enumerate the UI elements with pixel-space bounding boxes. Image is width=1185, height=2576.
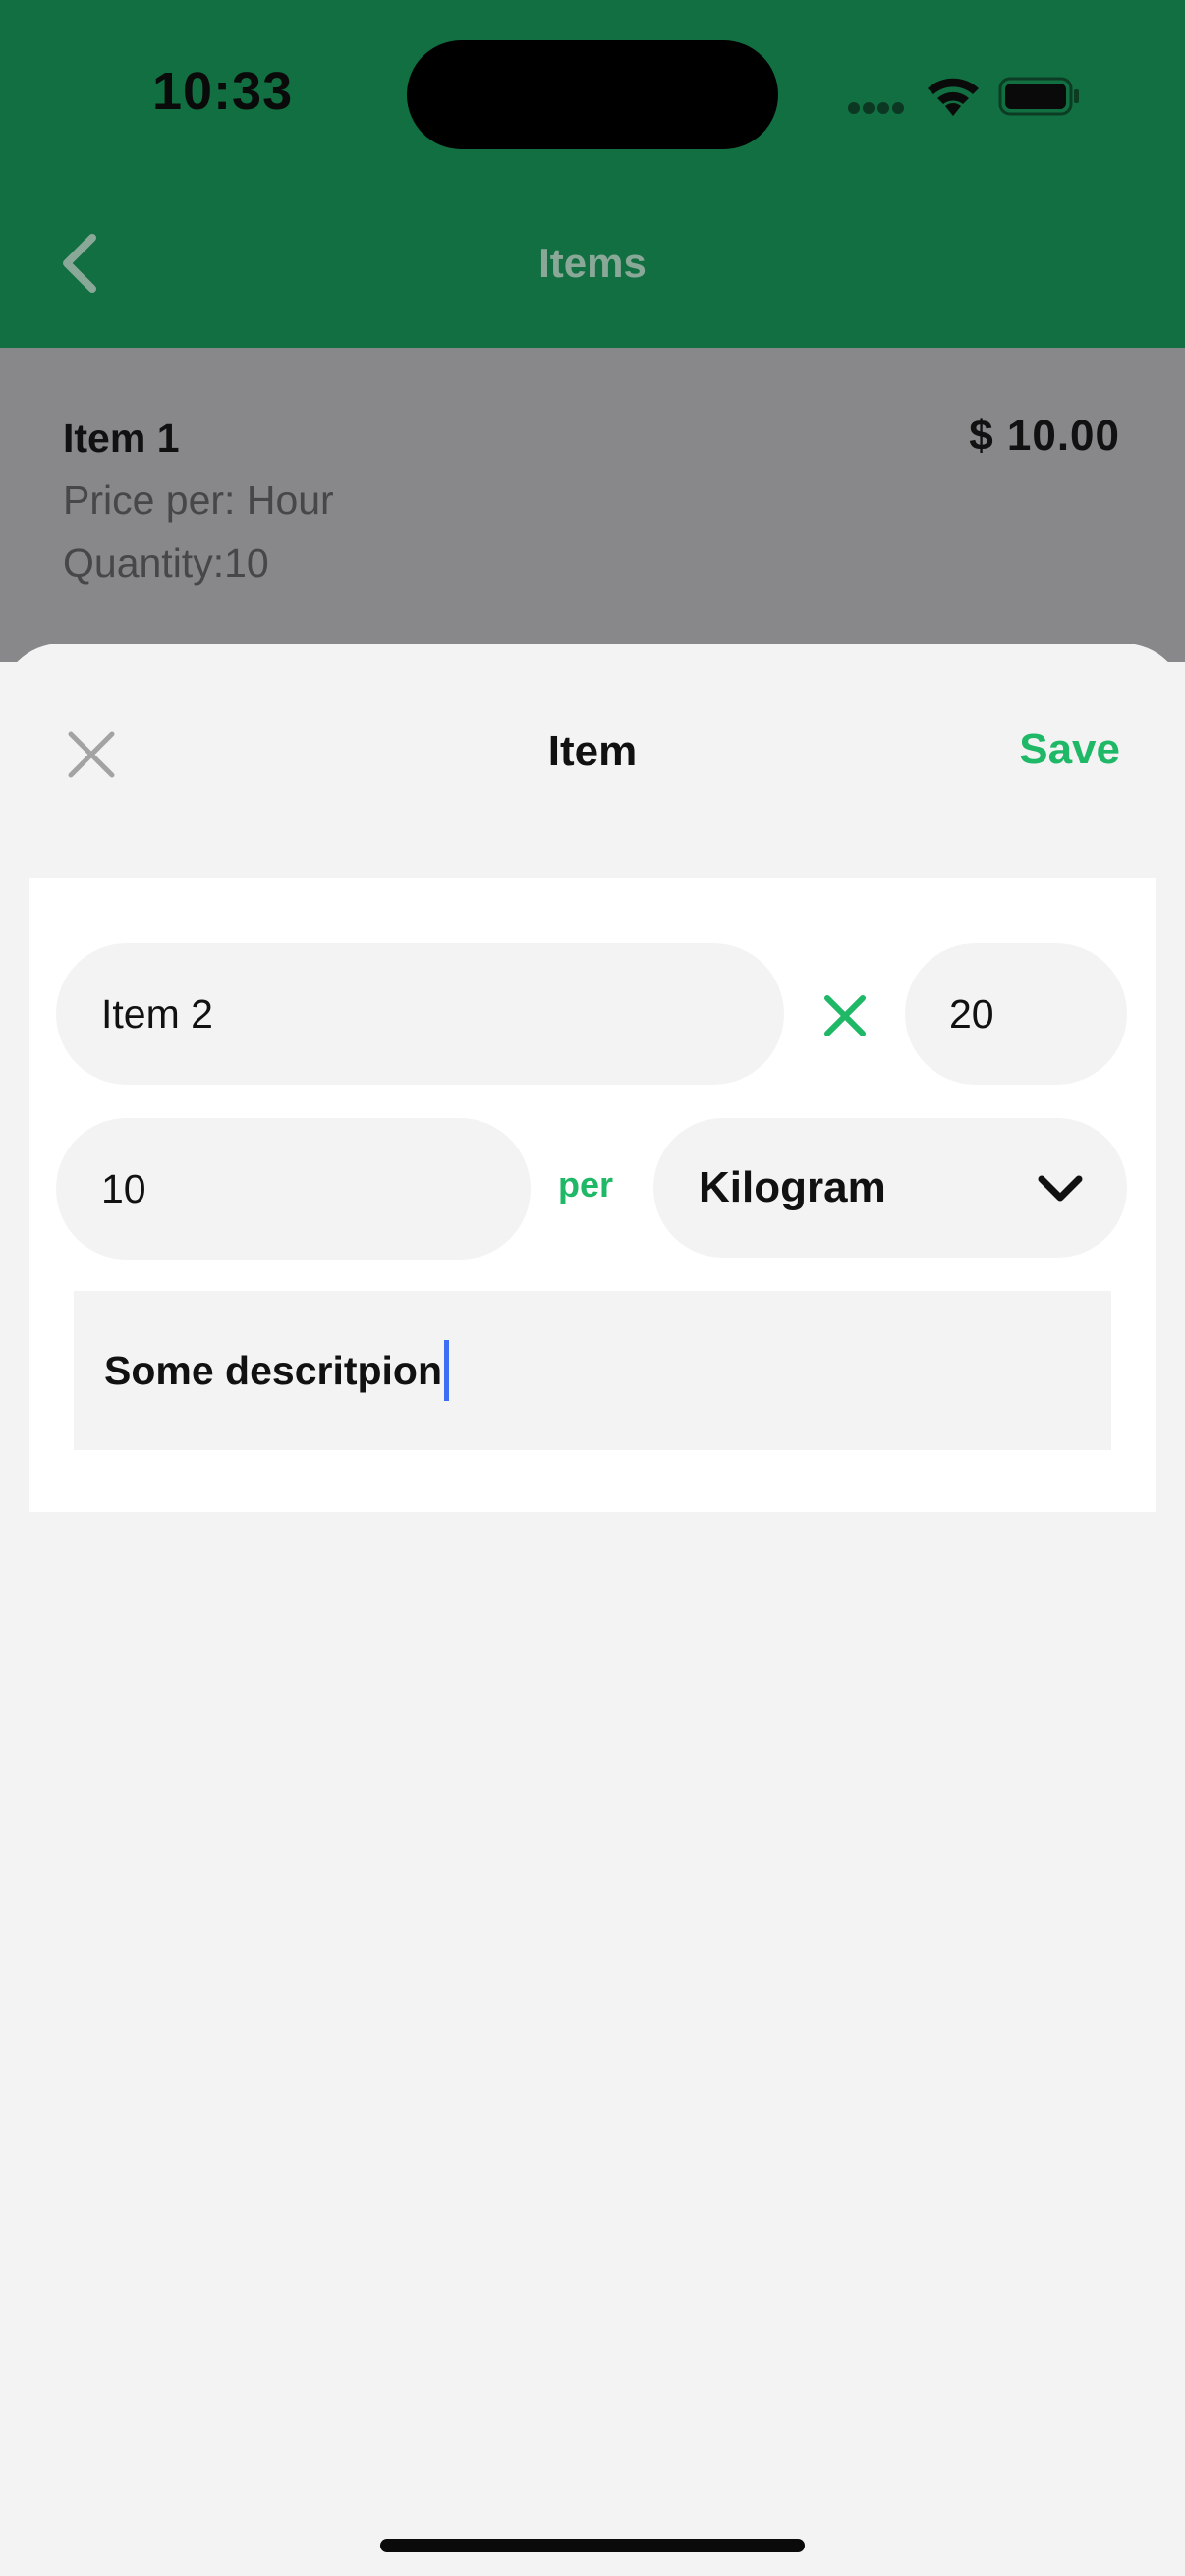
text-cursor — [444, 1340, 450, 1401]
home-indicator[interactable] — [380, 2539, 805, 2552]
battery-icon — [998, 77, 1079, 116]
per-label: per — [558, 1164, 614, 1204]
item-name-field[interactable]: Item 2 — [56, 943, 784, 1085]
multiply-icon — [824, 995, 866, 1036]
list-item-name[interactable]: Item 1 — [63, 416, 180, 462]
list-item-price: $ 10.00 — [969, 412, 1120, 460]
save-button[interactable]: Save — [1019, 725, 1120, 774]
description-field[interactable]: Some descritpion — [74, 1291, 1111, 1450]
list-item-quantity: Quantity:10 — [63, 540, 269, 586]
status-time: 10:33 — [152, 62, 294, 121]
sheet-title: Item — [547, 727, 638, 775]
price-field[interactable]: 10 — [56, 1118, 531, 1260]
signal-dots-icon — [848, 102, 904, 114]
screen: 10:33 Items Item 1 $ 10.00 Price per: Ho… — [0, 0, 1185, 2576]
wifi-icon — [928, 78, 979, 116]
description-text: Some descritpion — [104, 1347, 443, 1393]
list-item-price-per: Price per: Hour — [63, 477, 334, 523]
nav-title: Items — [538, 240, 647, 286]
quantity-field[interactable]: 20 — [905, 943, 1127, 1085]
app-header: 10:33 Items — [0, 0, 1185, 348]
chevron-down-icon[interactable] — [1036, 1173, 1085, 1204]
dynamic-island — [407, 40, 778, 149]
